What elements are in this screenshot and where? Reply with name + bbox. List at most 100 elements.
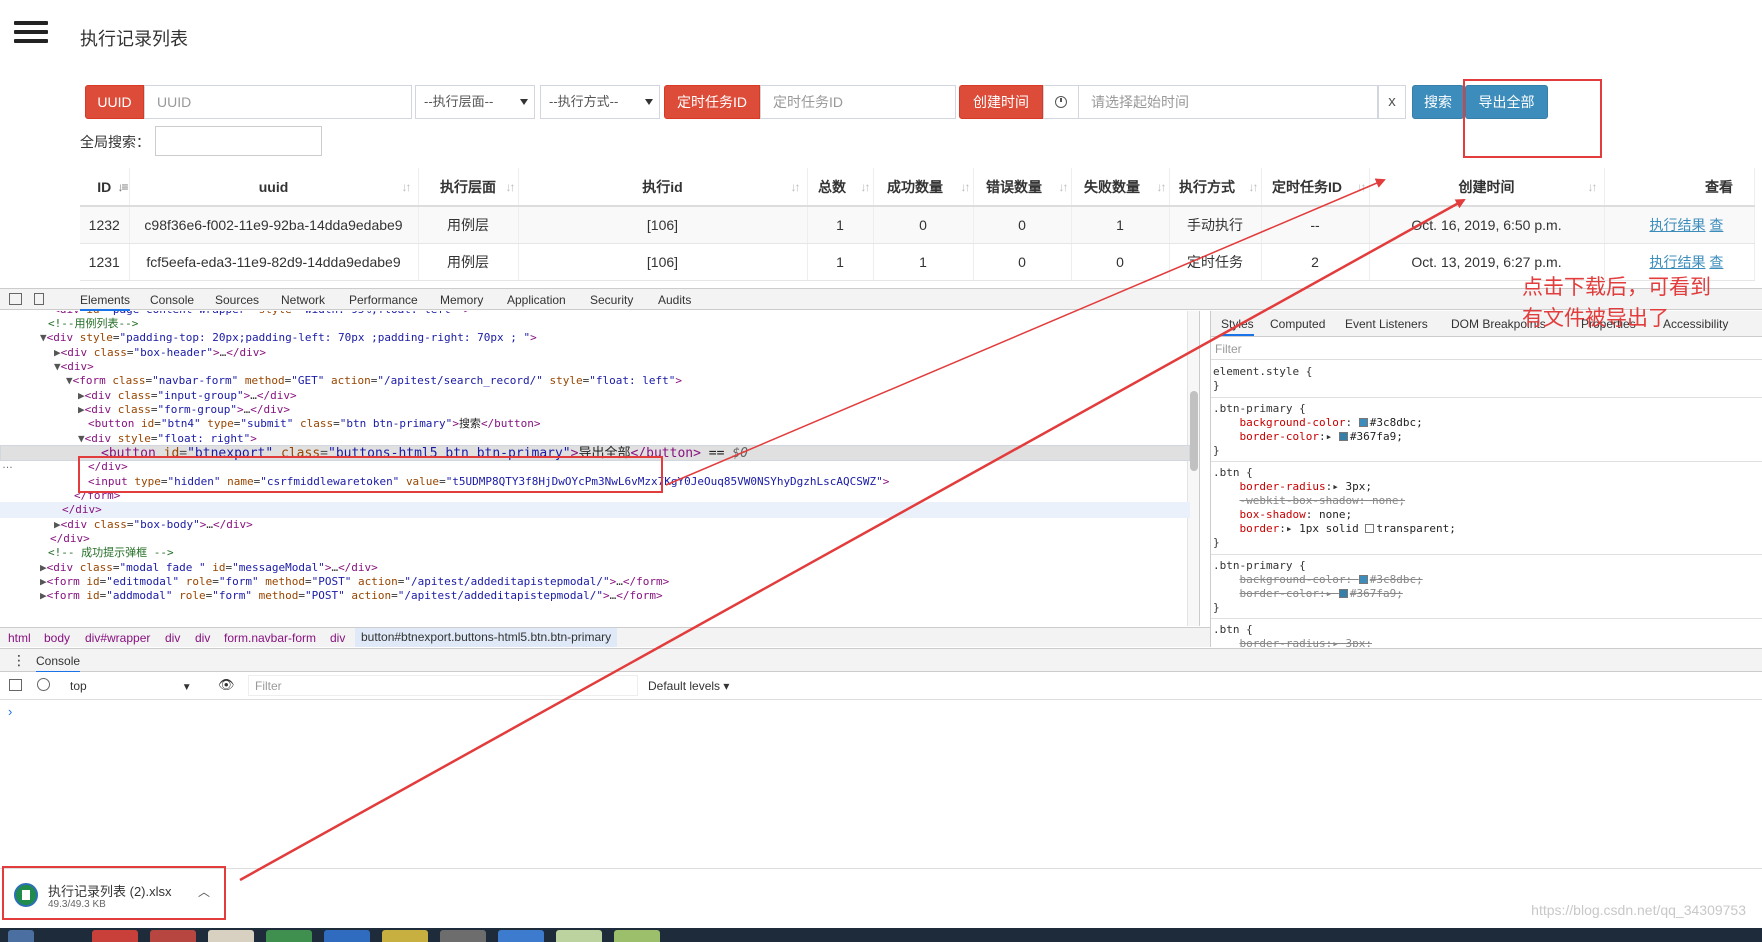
column-header-exec-id[interactable]: 执行id ↓↑ xyxy=(518,168,808,207)
dom-node[interactable]: ▼<form class="navbar-form" method="GET" … xyxy=(0,373,1190,389)
records-table: ID ↓≡ uuid ↓↑ 执行层面 ↓↑ 执行id ↓↑ 总数 ↓↑ 成功数量 ↓↑ 错误… xyxy=(80,168,1755,281)
style-declaration[interactable]: border:▸ 1px solid transparent; xyxy=(1213,522,1456,536)
log-levels-select[interactable]: Default levels ▾ xyxy=(648,679,729,693)
console-output[interactable]: › xyxy=(0,700,1762,868)
column-header-total[interactable]: 总数 ↓↑ xyxy=(807,168,874,207)
taskbar-item[interactable] xyxy=(8,930,34,942)
scrollbar-thumb[interactable] xyxy=(1190,391,1198,471)
styles-filter-input[interactable]: Filter xyxy=(1211,338,1762,360)
tab-console-drawer[interactable]: Console xyxy=(36,654,81,673)
table-row: 1232 c98f36e6-f002-11e9-92ba-14dda9edabe… xyxy=(80,206,1755,244)
style-declaration[interactable]: background-color: #3c8dbc; xyxy=(1213,573,1423,587)
show-sidebar-icon[interactable] xyxy=(9,679,22,691)
cell-id: 1231 xyxy=(80,243,130,281)
table-header-row: ID ↓≡ uuid ↓↑ 执行层面 ↓↑ 执行id ↓↑ 总数 ↓↑ 成功数量 ↓↑ 错误… xyxy=(80,168,1755,207)
context-select[interactable]: top ▼ xyxy=(70,679,192,693)
console-filter-input[interactable]: Filter xyxy=(248,675,638,696)
tab-application[interactable]: Application xyxy=(507,293,566,307)
breadcrumb-item[interactable]: form.navbar-form xyxy=(224,631,316,645)
taskbar-item[interactable] xyxy=(208,930,254,942)
style-rule-close: } xyxy=(1213,444,1220,457)
mode-select[interactable]: --执行方式-- xyxy=(540,85,660,119)
dom-node[interactable]: <button id="btn4" type="submit" class="b… xyxy=(0,416,1190,432)
taskbar-item[interactable] xyxy=(150,930,196,942)
eye-icon[interactable]: 👁 xyxy=(218,677,235,693)
tab-security[interactable]: Security xyxy=(590,293,633,307)
sort-icon: ↓↑ xyxy=(1356,180,1367,194)
tab-elements[interactable]: Elements xyxy=(80,293,131,311)
tab-network[interactable]: Network xyxy=(281,293,325,307)
annotation-line: 有文件被导出了 xyxy=(1522,306,1669,330)
cell-exec-id: [106] xyxy=(518,243,808,281)
view-link[interactable]: 查 xyxy=(1709,254,1723,270)
start-time-input[interactable]: 请选择起始时间 xyxy=(1078,85,1378,119)
style-declaration[interactable]: -webkit-box-shadow: none; xyxy=(1213,494,1406,508)
taskbar-item[interactable] xyxy=(324,930,370,942)
task-id-input[interactable]: 定时任务ID xyxy=(760,85,956,119)
cell-id: 1232 xyxy=(80,206,130,244)
inspect-element-icon[interactable] xyxy=(9,293,22,305)
breadcrumb-item[interactable]: div xyxy=(165,631,180,645)
uuid-input[interactable]: UUID xyxy=(144,85,412,119)
breadcrumb-item[interactable]: div xyxy=(195,631,210,645)
taskbar-item[interactable] xyxy=(440,930,486,942)
tab-memory[interactable]: Memory xyxy=(440,293,483,307)
breadcrumb-item[interactable]: div#wrapper xyxy=(85,631,150,645)
column-header-mode[interactable]: 执行方式 ↓↑ xyxy=(1169,168,1262,207)
device-toolbar-icon[interactable] xyxy=(34,293,44,305)
breadcrumb-current[interactable]: button#btnexport.buttons-html5.btn.btn-p… xyxy=(355,628,618,647)
search-button[interactable]: 搜索 xyxy=(1412,85,1464,119)
clear-time-button[interactable]: x xyxy=(1378,85,1406,119)
dom-node[interactable]: ▼<div style="padding-top: 20px;padding-l… xyxy=(0,330,1190,346)
taskbar-item[interactable] xyxy=(614,930,660,942)
cell-success: 0 xyxy=(873,206,974,244)
level-select[interactable]: --执行层面-- xyxy=(415,85,535,119)
style-declaration[interactable]: border-radius:▸ 3px; xyxy=(1213,637,1372,647)
column-header-task-id[interactable]: 定时任务ID ↓↑ xyxy=(1261,168,1370,207)
task-id-tag: 定时任务ID xyxy=(664,85,760,119)
taskbar-item[interactable] xyxy=(498,930,544,942)
taskbar-item[interactable] xyxy=(92,930,138,942)
mode-select-value: --执行方式-- xyxy=(549,94,619,109)
view-link[interactable]: 查 xyxy=(1709,217,1723,233)
breadcrumb-item[interactable]: html xyxy=(8,631,31,645)
taskbar-item[interactable] xyxy=(382,930,428,942)
tab-console[interactable]: Console xyxy=(150,293,194,307)
tab-audits[interactable]: Audits xyxy=(658,293,691,307)
more-options-icon[interactable]: … xyxy=(2,459,13,471)
dom-node[interactable]: ▶<form id="addmodal" role="form" method=… xyxy=(0,588,1190,604)
highlight-export-box xyxy=(1463,79,1602,158)
console-prompt-icon: › xyxy=(8,704,13,719)
column-header-created[interactable]: 创建时间 ↓↑ xyxy=(1369,168,1605,207)
column-header-fail[interactable]: 失败数量 ↓↑ xyxy=(1071,168,1170,207)
taskbar-item[interactable] xyxy=(266,930,312,942)
column-header-success[interactable]: 成功数量 ↓↑ xyxy=(873,168,974,207)
global-search-input[interactable] xyxy=(155,126,322,156)
hamburger-menu-icon[interactable] xyxy=(14,21,48,43)
cell-uuid: fcf5eefa-eda3-11e9-82d9-14dda9edabe9 xyxy=(129,243,419,281)
style-declaration[interactable]: border-radius:▸ 3px; xyxy=(1213,480,1372,494)
breadcrumb-item[interactable]: body xyxy=(44,631,70,645)
result-link[interactable]: 执行结果 xyxy=(1650,217,1706,233)
tab-event-listeners[interactable]: Event Listeners xyxy=(1345,317,1428,331)
style-declaration[interactable]: border-color:▸ #367fa9; xyxy=(1213,430,1403,444)
breadcrumb-item[interactable]: div xyxy=(330,631,345,645)
column-header-id[interactable]: ID ↓≡ xyxy=(80,168,130,207)
style-declaration[interactable]: box-shadow: none; xyxy=(1213,508,1353,522)
tab-sources[interactable]: Sources xyxy=(215,293,259,307)
dom-node[interactable]: </div> xyxy=(0,502,1190,518)
column-header-uuid[interactable]: uuid ↓↑ xyxy=(129,168,419,207)
chevron-down-icon xyxy=(645,99,653,105)
drawer-menu-icon[interactable]: ⋮ xyxy=(12,652,26,669)
result-link[interactable]: 执行结果 xyxy=(1650,254,1706,270)
dom-node[interactable]: <!-- 成功提示弹框 --> xyxy=(0,545,1190,561)
column-header-error[interactable]: 错误数量 ↓↑ xyxy=(973,168,1072,207)
tab-computed[interactable]: Computed xyxy=(1270,317,1325,331)
style-declaration[interactable]: background-color: #3c8dbc; xyxy=(1213,416,1423,430)
tab-styles[interactable]: Styles xyxy=(1221,317,1254,336)
column-header-level[interactable]: 执行层面 ↓↑ xyxy=(418,168,519,207)
tab-performance[interactable]: Performance xyxy=(349,293,418,307)
clear-console-icon[interactable] xyxy=(37,678,50,691)
taskbar-item[interactable] xyxy=(556,930,602,942)
style-declaration[interactable]: border-color:▸ #367fa9; xyxy=(1213,587,1403,601)
